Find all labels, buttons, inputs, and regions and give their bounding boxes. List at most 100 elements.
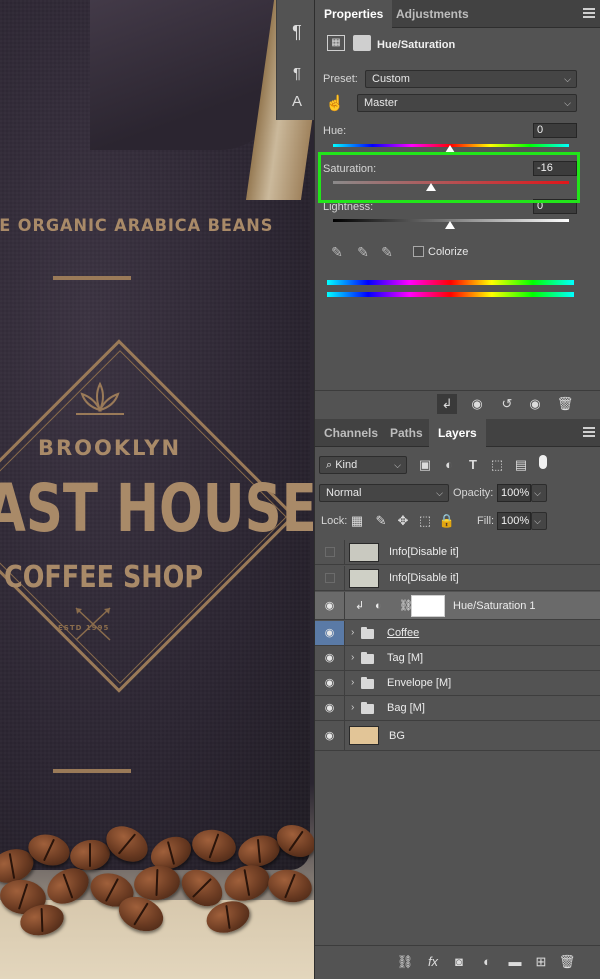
lightness-value-field[interactable]: 0 bbox=[533, 199, 577, 214]
layer-row-selected[interactable]: ◉ ↲ ◐ ⛓ Hue/Saturation 1 bbox=[315, 592, 600, 620]
hue-value-field[interactable]: 0 bbox=[533, 123, 577, 138]
tab-properties[interactable]: Properties bbox=[315, 0, 393, 28]
tab-layers[interactable]: Layers bbox=[429, 419, 486, 447]
delete-layer-icon[interactable]: 🗑 bbox=[557, 952, 577, 972]
chevron-right-icon[interactable]: › bbox=[351, 621, 354, 645]
filter-kind-value: Kind bbox=[335, 459, 358, 471]
layer-visibility-toggle[interactable]: ◉ bbox=[315, 621, 345, 645]
layer-visibility-toggle[interactable]: ◉ bbox=[315, 696, 345, 720]
lock-transparent-pixels-icon[interactable]: ▦ bbox=[347, 511, 367, 531]
filter-smart-object-icon[interactable]: ▤ bbox=[511, 455, 531, 475]
new-adjustment-layer-icon[interactable]: ◐ bbox=[477, 952, 497, 972]
lightness-label: Lightness: bbox=[323, 201, 374, 213]
eye-icon: ◉ bbox=[324, 652, 335, 664]
add-mask-icon[interactable]: ◙ bbox=[449, 952, 469, 972]
view-previous-state-icon[interactable]: ◉ bbox=[467, 394, 487, 414]
properties-panel-menu-icon[interactable] bbox=[583, 8, 595, 18]
preset-dropdown[interactable]: Custom ⌵ bbox=[365, 70, 577, 88]
hue-slider-thumb[interactable] bbox=[445, 145, 455, 153]
colorize-label: Colorize bbox=[428, 246, 469, 258]
layer-style-fx-icon[interactable]: fx bbox=[423, 952, 443, 972]
layer-visibility-toggle[interactable]: ◉ bbox=[315, 721, 345, 750]
layer-row[interactable]: ◉ › Envelope [M] bbox=[315, 671, 600, 696]
layers-panel-menu-icon[interactable] bbox=[583, 427, 595, 437]
saturation-slider-track[interactable] bbox=[333, 181, 569, 184]
clip-to-layer-icon[interactable]: ↲ bbox=[437, 394, 457, 414]
colorize-checkbox[interactable] bbox=[413, 246, 424, 257]
saturation-value-field[interactable]: -16 bbox=[533, 161, 577, 176]
logo-divider-bottom bbox=[53, 769, 131, 773]
hue-saturation-adjustment-icon[interactable]: ▦ bbox=[327, 35, 345, 51]
layer-name: Info[Disable it] bbox=[389, 546, 459, 558]
lock-all-icon[interactable]: 🔒 bbox=[437, 511, 457, 531]
lock-label: Lock: bbox=[321, 515, 348, 527]
lock-position-icon[interactable]: ✥ bbox=[393, 511, 413, 531]
reset-adjustment-icon[interactable]: ↺ bbox=[497, 394, 517, 414]
paragraph-panel-icon[interactable]: ¶ bbox=[285, 20, 309, 44]
layer-row[interactable]: ◉ › Bag [M] bbox=[315, 696, 600, 721]
layer-row[interactable]: ◉ › Tag [M] bbox=[315, 646, 600, 671]
document-canvas[interactable]: E ORGANIC ARABICA BEANS BROOKLYN AST HOU… bbox=[0, 0, 315, 979]
layer-row[interactable]: ◉ BG bbox=[315, 721, 600, 751]
chevron-right-icon[interactable]: › bbox=[351, 671, 354, 695]
bag-tagline: E ORGANIC ARABICA BEANS bbox=[0, 216, 274, 236]
layer-thumbnail bbox=[349, 543, 379, 562]
opacity-field[interactable]: 100% bbox=[497, 484, 531, 502]
link-layers-icon[interactable]: ⛓ bbox=[395, 952, 415, 972]
logo-house-text: AST HOUSE bbox=[0, 470, 315, 547]
layer-visibility-toggle[interactable]: ◉ bbox=[315, 646, 345, 670]
chevron-right-icon[interactable]: › bbox=[351, 646, 354, 670]
eye-icon: ◉ bbox=[324, 702, 335, 714]
layer-name: Coffee bbox=[387, 627, 420, 639]
fill-field[interactable]: 100% bbox=[497, 512, 531, 530]
blend-mode-dropdown[interactable]: Normal ⌵ bbox=[319, 484, 449, 502]
layer-mask-thumbnail[interactable] bbox=[411, 595, 445, 617]
layer-row[interactable]: Info[Disable it] bbox=[315, 540, 600, 565]
eyedropper-add-icon[interactable]: ✎ bbox=[353, 242, 373, 262]
filter-shape-icon[interactable]: ⬚ bbox=[487, 455, 507, 475]
layer-visibility-toggle[interactable]: ◉ bbox=[315, 671, 345, 695]
logo-coffee-shop-text: COFFEE SHOP bbox=[4, 560, 204, 595]
layer-visibility-toggle[interactable] bbox=[315, 566, 345, 590]
saturation-slider-thumb[interactable] bbox=[426, 183, 436, 191]
new-layer-icon[interactable]: ⊞ bbox=[531, 952, 551, 972]
new-group-icon[interactable]: ▬ bbox=[505, 952, 525, 972]
chevron-down-icon: ⌵ bbox=[564, 74, 571, 84]
filter-adjustment-icon[interactable]: ◐ bbox=[439, 455, 459, 475]
chevron-down-icon: ⌵ bbox=[534, 516, 541, 526]
targeted-adjustment-hand-icon[interactable]: ☝ bbox=[325, 94, 345, 114]
clipping-arrow-icon: ↲ bbox=[355, 600, 365, 612]
paragraph-styles-icon[interactable]: ¶ bbox=[285, 62, 309, 86]
tab-adjustments[interactable]: Adjustments bbox=[387, 0, 478, 28]
layer-filter-dropdown[interactable]: ⌕ Kind ⌵ bbox=[319, 456, 407, 474]
tab-paths[interactable]: Paths bbox=[381, 419, 432, 447]
layer-visibility-toggle[interactable] bbox=[315, 540, 345, 564]
filter-type-icon[interactable]: T bbox=[463, 455, 483, 475]
eyedropper-icon[interactable]: ✎ bbox=[327, 242, 347, 262]
channel-dropdown[interactable]: Master ⌵ bbox=[357, 94, 577, 112]
opacity-dropdown[interactable]: ⌵ bbox=[531, 484, 547, 502]
hue-label: Hue: bbox=[323, 125, 347, 137]
layer-visibility-toggle[interactable]: ◉ bbox=[315, 592, 345, 619]
fill-dropdown[interactable]: ⌵ bbox=[531, 512, 547, 530]
chevron-right-icon[interactable]: › bbox=[351, 696, 354, 720]
filter-pixel-icon[interactable]: ▣ bbox=[415, 455, 435, 475]
layer-thumbnail bbox=[349, 569, 379, 588]
saturation-label: Saturation: bbox=[323, 163, 377, 175]
toggle-visibility-icon[interactable]: ◉ bbox=[525, 394, 545, 414]
adjustment-layer-icon: ◐ bbox=[375, 600, 382, 612]
lightness-slider-thumb[interactable] bbox=[445, 221, 455, 229]
filter-toggle-switch[interactable] bbox=[539, 455, 547, 469]
bag-neck-image bbox=[90, 0, 280, 150]
lock-artboard-icon[interactable]: ⬚ bbox=[415, 511, 435, 531]
layer-row[interactable]: ◉ › Coffee bbox=[315, 621, 600, 646]
eyedropper-subtract-icon[interactable]: ✎ bbox=[377, 242, 397, 262]
layer-thumbnail bbox=[349, 726, 379, 745]
lock-image-pixels-icon[interactable]: ✎ bbox=[371, 511, 391, 531]
layer-mask-icon[interactable] bbox=[353, 35, 371, 51]
character-styles-icon[interactable]: A bbox=[285, 90, 309, 114]
layer-row[interactable]: Info[Disable it] bbox=[315, 566, 600, 591]
layers-footer: ⛓ fx ◙ ◐ ▬ ⊞ 🗑 bbox=[315, 945, 600, 979]
tab-channels[interactable]: Channels bbox=[315, 419, 387, 447]
delete-adjustment-icon[interactable]: 🗑 bbox=[555, 394, 575, 414]
